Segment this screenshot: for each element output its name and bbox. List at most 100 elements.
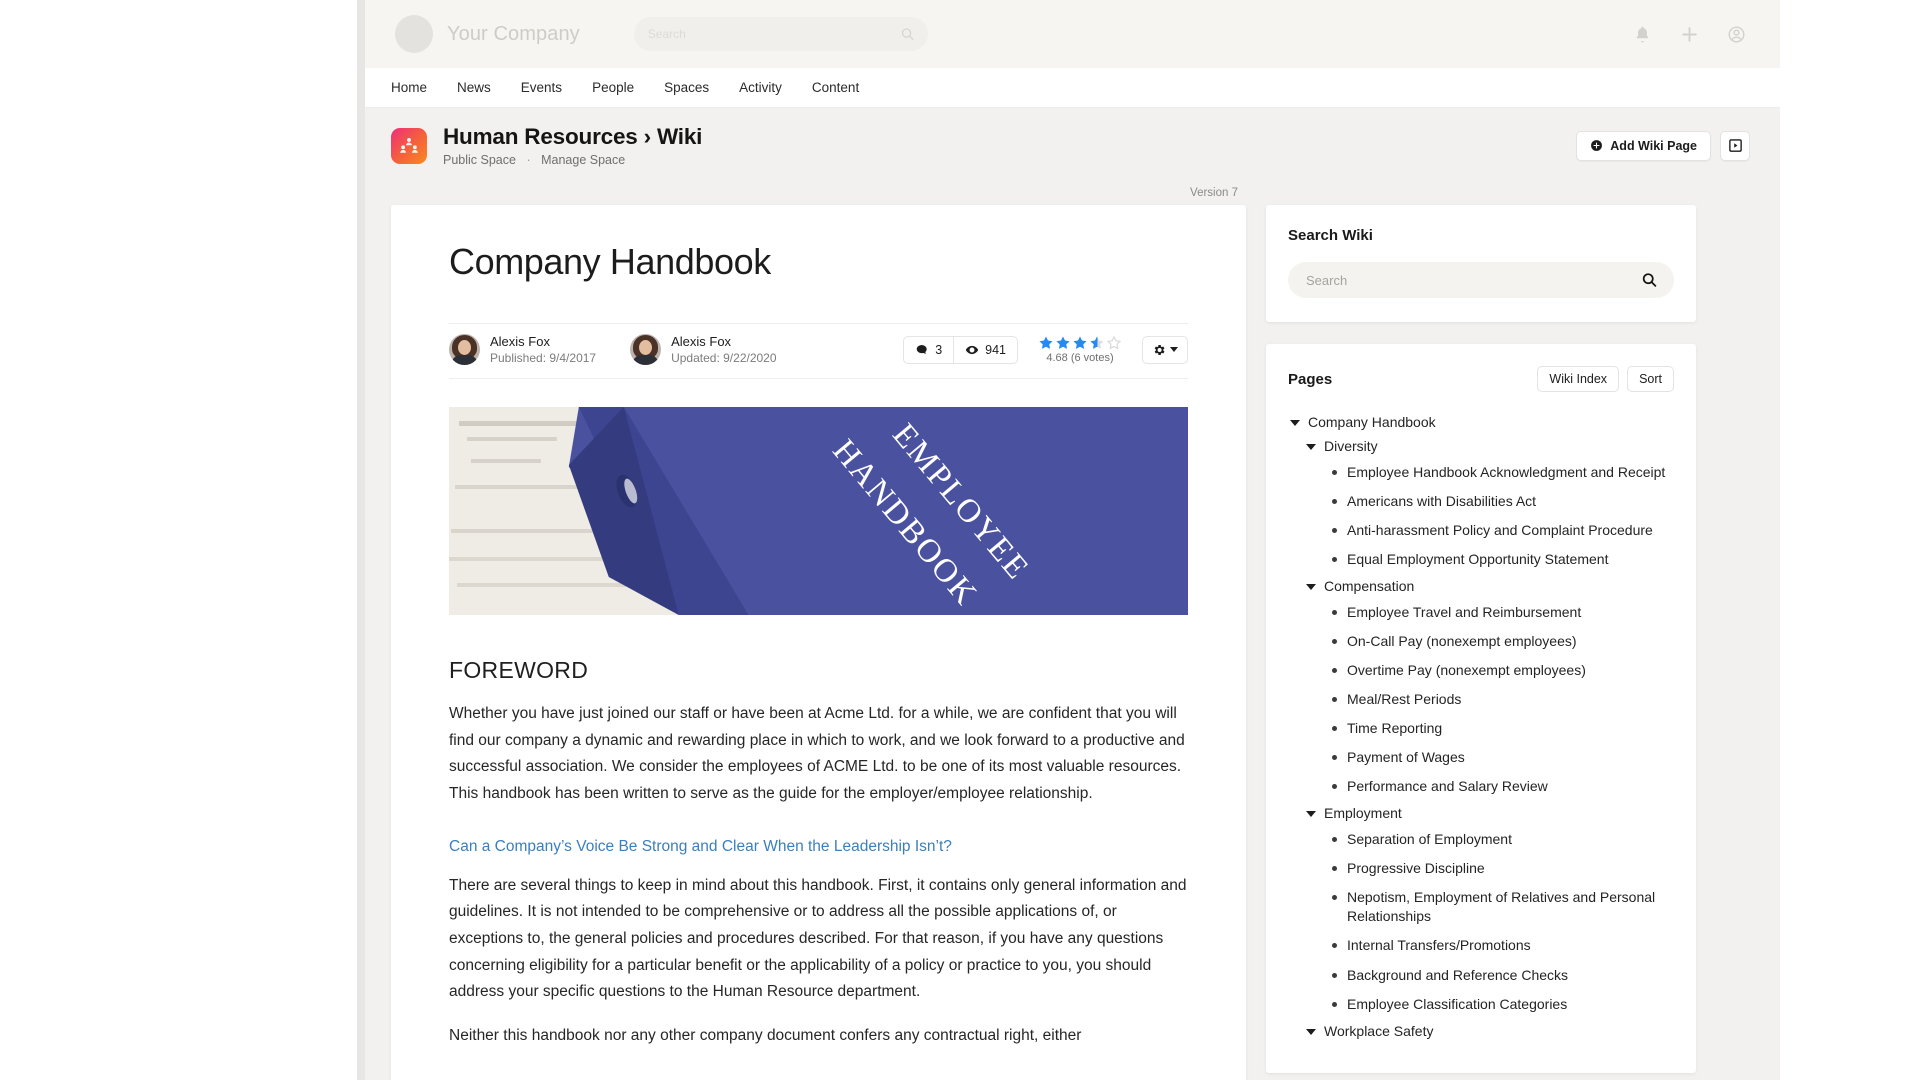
list-item[interactable]: Meal/Rest Periods [1288,685,1674,714]
sort-button[interactable]: Sort [1627,366,1674,392]
list-item[interactable]: Payment of Wages [1288,743,1674,772]
tree-group-workplace-safety: Workplace Safety [1288,1019,1674,1043]
bullet-icon [1332,866,1337,872]
list-item[interactable]: On-Call Pay (nonexempt employees) [1288,627,1674,656]
chevron-down-icon[interactable] [1306,811,1316,818]
list-item[interactable]: Employee Handbook Acknowledgment and Rec… [1288,458,1674,487]
space-header: Human Resources › Wiki Public Space · Ma… [365,108,1780,183]
chevron-down-icon[interactable] [1306,584,1316,591]
bullet-icon [1332,1001,1337,1007]
article-settings-button[interactable] [1142,335,1188,364]
chevron-down-icon[interactable] [1306,444,1316,450]
star-half-icon[interactable] [1089,335,1105,351]
pages-header-buttons: Wiki Index Sort [1537,366,1674,392]
nav-item-spaces[interactable]: Spaces [664,81,709,95]
pages-title: Pages [1288,370,1333,388]
bullet-icon [1332,557,1337,563]
content-left-edge [357,0,365,1080]
author-name[interactable]: Alexis Fox [671,334,776,351]
star-rating[interactable] [1038,335,1122,351]
add-button[interactable] [1680,25,1699,44]
page-gutter-left [0,0,365,1080]
list-item[interactable]: Performance and Salary Review [1288,772,1674,801]
star-filled-icon[interactable] [1055,335,1071,351]
screen: Your Company Search Home News Events Peo… [0,0,1920,1080]
bullet-icon [1332,610,1337,616]
tree-node-compensation[interactable]: Compensation [1288,574,1674,598]
nav-item-content[interactable]: Content [812,81,859,95]
list-item[interactable]: Equal Employment Opportunity Statement [1288,545,1674,574]
star-empty-icon[interactable] [1106,335,1122,351]
list-item[interactable]: Background and Reference Checks [1288,961,1674,990]
add-wiki-page-button[interactable]: Add Wiki Page [1576,130,1711,161]
list-item-label: Separation of Employment [1347,831,1512,848]
rating-widget[interactable]: 4.68 (6 votes) [1032,335,1128,364]
search-icon[interactable] [1641,272,1658,289]
tree-node-label: Diversity [1324,438,1378,454]
account-button[interactable] [1727,25,1746,44]
author-name[interactable]: Alexis Fox [490,334,596,351]
list-item[interactable]: Separation of Employment [1288,825,1674,854]
avatar [449,334,480,366]
notifications-button[interactable] [1633,25,1652,44]
tree-node-workplace-safety[interactable]: Workplace Safety [1288,1019,1674,1043]
list-item[interactable]: Americans with Disabilities Act [1288,487,1674,516]
nav-item-activity[interactable]: Activity [739,81,782,95]
article-paragraph-3: Neither this handbook nor any other comp… [449,1026,1082,1044]
global-search-input[interactable]: Search [633,17,928,51]
list-item[interactable]: Overtime Pay (nonexempt employees) [1288,656,1674,685]
tree-node-label: Company Handbook [1308,414,1436,430]
list-item[interactable]: Nepotism, Employment of Relatives and Pe… [1288,883,1674,931]
updated-date: Updated: 9/22/2020 [671,350,777,365]
gear-icon [1154,344,1165,356]
nav-item-people[interactable]: People [592,81,634,95]
wiki-search-placeholder: Search [1306,272,1348,288]
nav-item-events[interactable]: Events [521,81,562,95]
space-title-block: Human Resources › Wiki Public Space · Ma… [443,124,702,167]
brand[interactable]: Your Company [395,15,580,53]
manage-space-link[interactable]: Manage Space [541,153,625,167]
list-item-label: Background and Reference Checks [1347,966,1569,983]
list-item-label: Employee Classification Categories [1347,995,1568,1012]
nav-item-home[interactable]: Home [391,81,427,95]
article-stats: 3 941 4.68 (6 votes) [903,335,1188,364]
comments-count: 3 [935,342,943,357]
tree-group-diversity: Diversity Employee Handbook Acknowledgme… [1288,434,1674,574]
tree-node-label: Workplace Safety [1324,1022,1434,1039]
chevron-down-icon[interactable] [1306,1028,1316,1035]
wiki-index-button[interactable]: Wiki Index [1537,366,1620,392]
company-name: Your Company [447,22,580,45]
wiki-search-input[interactable]: Search [1288,262,1674,298]
list-item-label: Americans with Disabilities Act [1347,493,1537,510]
list-item[interactable]: Internal Transfers/Promotions [1288,931,1674,960]
view-toggle-button[interactable] [1720,130,1750,161]
list-item-label: Performance and Salary Review [1347,778,1548,795]
bullet-icon [1332,697,1337,703]
list-item[interactable]: Progressive Discipline [1288,854,1674,883]
right-sidebar: Search Wiki Search Pages Wiki Index Sort [1266,183,1696,1073]
tree-node-diversity[interactable]: Diversity [1288,434,1674,458]
article-inline-link[interactable]: Can a Company’s Voice Be Strong and Clea… [449,838,1188,856]
star-filled-icon[interactable] [1072,335,1088,351]
list-item[interactable]: Anti-harassment Policy and Complaint Pro… [1288,516,1674,545]
chevron-down-icon[interactable] [1290,420,1300,426]
list-item[interactable]: Employee Travel and Reimbursement [1288,598,1674,627]
list-item[interactable]: Employee Classification Categories [1288,990,1674,1019]
search-wiki-title: Search Wiki [1288,227,1373,244]
views-stat[interactable]: 941 [953,336,1017,363]
list-item-label: Internal Transfers/Promotions [1347,937,1531,954]
search-icon [901,28,914,41]
nav-item-news[interactable]: News [457,81,491,95]
star-filled-icon[interactable] [1038,335,1054,351]
list-item[interactable]: Time Reporting [1288,714,1674,743]
page-gutter-right [1780,0,1920,1080]
list-item-label: Equal Employment Opportunity Statement [1347,551,1609,568]
tree-node-company-handbook[interactable]: Company Handbook [1288,410,1674,434]
tree-node-employment[interactable]: Employment [1288,801,1674,825]
add-wiki-page-label: Add Wiki Page [1610,138,1697,153]
top-bar-icons [1633,25,1746,44]
bullet-icon [1332,972,1337,978]
account-icon [1728,26,1745,42]
pages-tree: Company Handbook Diversity Employee Hand… [1288,410,1674,1043]
comments-stat[interactable]: 3 [904,337,953,363]
